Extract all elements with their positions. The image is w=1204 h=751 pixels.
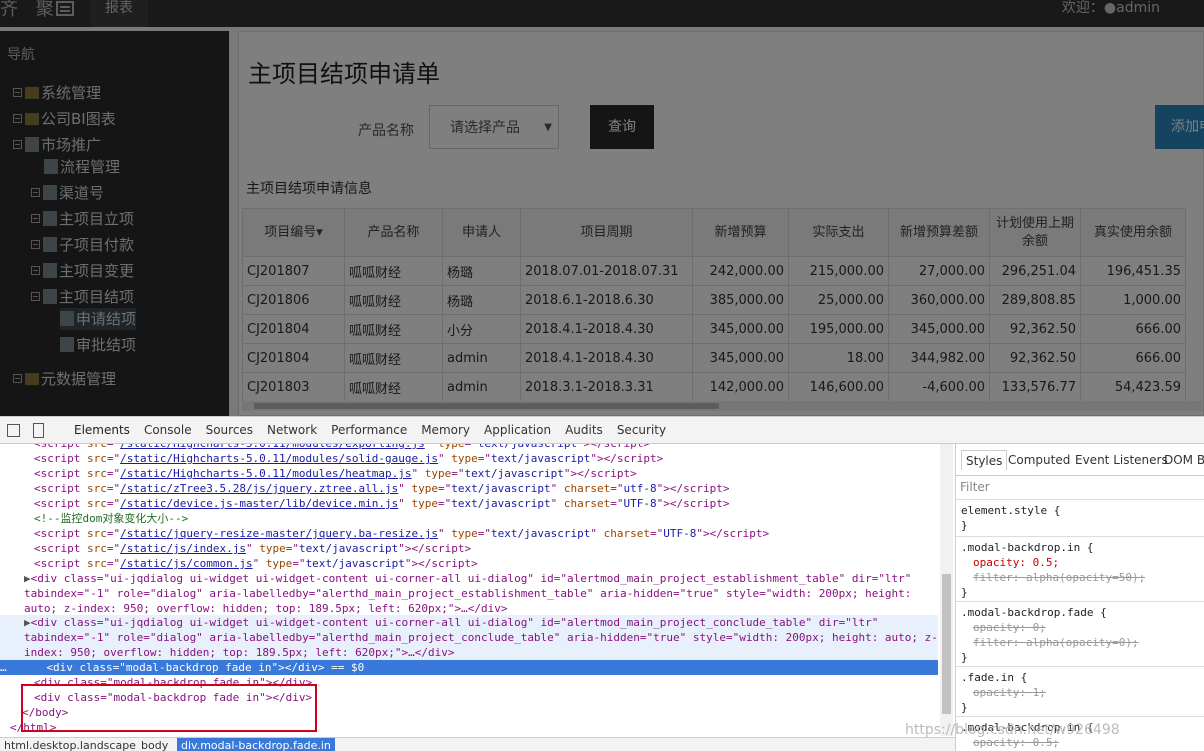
dialog-node-cont: index: 950; overflow: hidden; top: 189.5… bbox=[0, 645, 938, 660]
device-toggle-icon[interactable] bbox=[33, 423, 44, 438]
dialog-node[interactable]: ▶<div class="ui-jqdialog ui-widget ui-wi… bbox=[0, 571, 938, 586]
tab-styles[interactable]: Styles bbox=[961, 450, 1008, 470]
breadcrumb-backdrop[interactable]: div.modal-backdrop.fade.in bbox=[177, 738, 335, 751]
watermark: https://blog.csdn.net/w926498 bbox=[905, 722, 1120, 738]
breadcrumb-html[interactable]: html.desktop.landscape bbox=[0, 738, 140, 751]
devtools-tabs: Elements Console Sources Network Perform… bbox=[74, 417, 680, 444]
ellipsis-icon[interactable]: … bbox=[0, 661, 13, 674]
tab-audits[interactable]: Audits bbox=[565, 417, 603, 444]
tab-elements[interactable]: Elements bbox=[74, 417, 130, 444]
tab-sources[interactable]: Sources bbox=[206, 417, 253, 444]
breadcrumb-body[interactable]: body bbox=[137, 738, 172, 751]
comment-line[interactable]: <!--监控dom对象变化大小--> bbox=[0, 511, 938, 526]
scrollbar-thumb[interactable] bbox=[942, 574, 951, 714]
styles-pane: Styles Computed Event Listeners DOM Br F… bbox=[955, 444, 1204, 751]
script-line[interactable]: <script src="/static/js/common.js" type=… bbox=[0, 556, 938, 571]
web-app: 齐 聚 报表 欢迎：●admin 导航 系统管理 公司BI图表 市场推广 流程管… bbox=[0, 0, 1204, 416]
selected-backdrop-node[interactable]: … <div class="modal-backdrop fade in"></… bbox=[0, 660, 938, 675]
tab-network[interactable]: Network bbox=[267, 417, 317, 444]
highlight-box bbox=[21, 684, 317, 732]
tab-application[interactable]: Application bbox=[484, 417, 551, 444]
tab-computed[interactable]: Computed bbox=[1004, 450, 1074, 470]
elements-tree: <script src="/static/Highcharts-5.0.11/m… bbox=[0, 444, 938, 736]
style-rule: .fade.in { opacity: 1; } bbox=[956, 666, 1204, 715]
tab-security[interactable]: Security bbox=[617, 417, 666, 444]
script-line[interactable]: <script src="/static/jquery-resize-maste… bbox=[0, 526, 938, 541]
devtools-panel: Elements Console Sources Network Perform… bbox=[0, 416, 1204, 751]
inspect-icon[interactable] bbox=[7, 424, 20, 437]
style-rule: .modal-backdrop.fade { opacity: 0; filte… bbox=[956, 601, 1204, 665]
script-line[interactable]: <script src="/static/device.js-master/li… bbox=[0, 496, 938, 511]
styles-filter-input[interactable]: Filter bbox=[960, 480, 990, 494]
tab-performance[interactable]: Performance bbox=[331, 417, 407, 444]
styles-tabs: Styles Computed Event Listeners DOM Br bbox=[956, 444, 1204, 476]
expand-arrow-icon[interactable]: ▶ bbox=[24, 616, 31, 629]
script-line[interactable]: <script src="/static/Highcharts-5.0.11/m… bbox=[0, 444, 938, 451]
elements-scrollbar[interactable] bbox=[940, 444, 953, 736]
dialog-node-cont: tabindex="-1" role="dialog" aria-labelle… bbox=[0, 630, 938, 645]
breadcrumb: html.desktop.landscape body div.modal-ba… bbox=[0, 737, 955, 751]
script-line[interactable]: <script src="/static/Highcharts-5.0.11/m… bbox=[0, 451, 938, 466]
style-rule: .modal-backdrop.in { opacity: 0.5; filte… bbox=[956, 536, 1204, 600]
dialog-node[interactable]: ▶<div class="ui-jqdialog ui-widget ui-wi… bbox=[0, 615, 938, 630]
devtools-toolbar: Elements Console Sources Network Perform… bbox=[0, 417, 1204, 444]
script-line[interactable]: <script src="/static/Highcharts-5.0.11/m… bbox=[0, 466, 938, 481]
tab-memory[interactable]: Memory bbox=[421, 417, 470, 444]
script-line[interactable]: <script src="/static/js/index.js" type="… bbox=[0, 541, 938, 556]
tab-console[interactable]: Console bbox=[144, 417, 192, 444]
tab-event-listeners[interactable]: Event Listeners bbox=[1071, 450, 1172, 470]
dialog-node-cont: auto; z-index: 950; overflow: hidden; to… bbox=[24, 602, 508, 615]
modal-backdrop bbox=[0, 0, 1204, 416]
expand-arrow-icon[interactable]: ▶ bbox=[24, 572, 31, 585]
tab-dom-breakpoints[interactable]: DOM Br bbox=[1160, 450, 1204, 470]
script-line[interactable]: <script src="/static/zTree3.5.28/js/jque… bbox=[0, 481, 938, 496]
style-rule: element.style { } bbox=[956, 499, 1204, 533]
dialog-node-cont: tabindex="-1" role="dialog" aria-labelle… bbox=[24, 587, 912, 600]
